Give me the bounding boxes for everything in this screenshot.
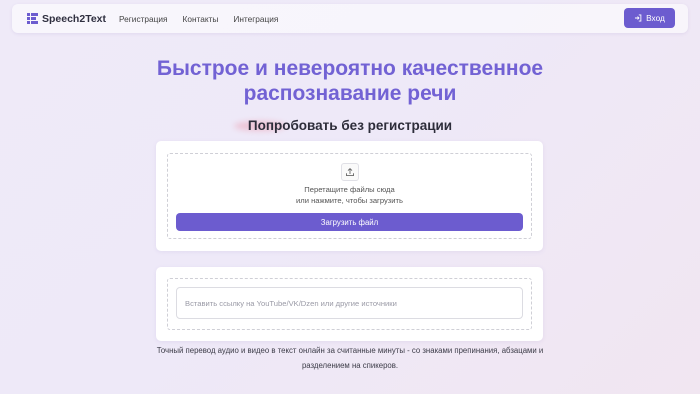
upload-file-button[interactable]: Загрузить файл [176, 213, 523, 231]
description-line-1: Точный перевод аудио и видео в текст онл… [156, 346, 544, 355]
page-title: Быстрое и невероятно качественное распоз… [0, 56, 700, 106]
upload-card: Перетащите файлы сюда или нажмите, чтобы… [156, 141, 543, 251]
dropzone-hint-line-1: Перетащите файлы сюда [304, 185, 395, 194]
media-link-input[interactable] [176, 287, 523, 319]
page-title-line-1: Быстрое и невероятно качественное [156, 57, 544, 80]
link-dropzone [167, 278, 532, 330]
nav-link-integration[interactable]: Интеграция [233, 14, 278, 24]
main-nav: Регистрация Контакты Интеграция [119, 14, 293, 24]
brand-name: Speech2Text [42, 12, 106, 25]
nav-link-contacts[interactable]: Контакты [183, 14, 219, 24]
link-card [156, 267, 543, 341]
description-text: Точный перевод аудио и видео в текст онл… [0, 344, 700, 373]
login-button[interactable]: Вход [624, 8, 675, 28]
upload-icon [341, 163, 359, 181]
bar-chart-logo-icon [27, 13, 38, 24]
login-label: Вход [646, 13, 665, 23]
top-navbar: Speech2Text Регистрация Контакты Интегра… [12, 4, 688, 33]
brand-logo[interactable]: Speech2Text [27, 13, 106, 25]
dropzone-hint-line-2: или нажмите, чтобы загрузить [296, 196, 403, 205]
description-line-2: разделением на спикеров. [301, 360, 399, 370]
page-title-line-2: распознавание речи [243, 82, 457, 105]
file-dropzone[interactable]: Перетащите файлы сюда или нажмите, чтобы… [167, 153, 532, 239]
nav-link-registration[interactable]: Регистрация [119, 14, 168, 24]
try-without-registration-heading: Попробовать без регистрации [247, 118, 453, 133]
subheading-wrapper: Попробовать без регистрации [0, 117, 700, 135]
sign-in-icon [635, 14, 642, 22]
